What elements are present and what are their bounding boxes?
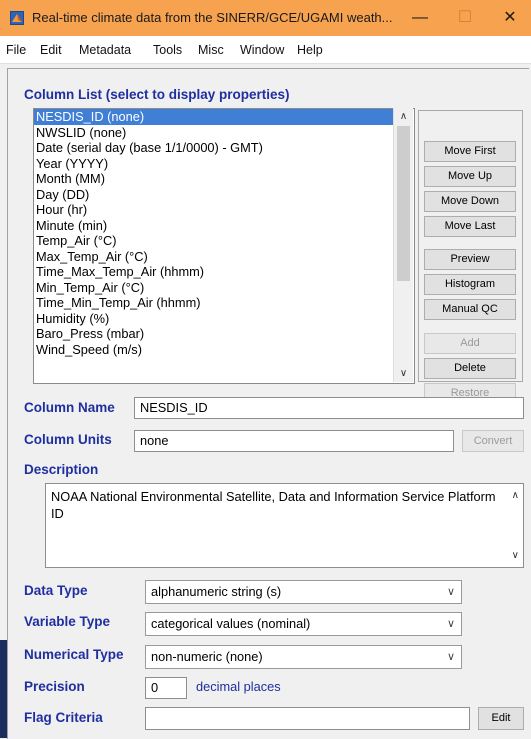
list-item[interactable]: Time_Max_Temp_Air (hhmm) (34, 264, 396, 280)
numerical-type-select[interactable]: non-numeric (none) ∨ (145, 645, 462, 669)
chevron-down-icon: ∨ (446, 586, 455, 598)
list-item[interactable]: Minute (min) (34, 218, 396, 234)
menu-edit[interactable]: Edit (40, 43, 62, 57)
list-item[interactable]: Time_Min_Temp_Air (hhmm) (34, 295, 396, 311)
flag-criteria-label: Flag Criteria (24, 710, 103, 725)
menu-window[interactable]: Window (240, 43, 284, 57)
column-list-label: Column List (select to display propertie… (24, 87, 290, 102)
move-first-button[interactable]: Move First (424, 141, 516, 162)
data-type-value: alphanumeric string (s) (151, 584, 282, 599)
menu-help[interactable]: Help (297, 43, 323, 57)
close-button[interactable]: ✕ (490, 4, 530, 32)
list-item[interactable]: Year (YYYY) (34, 156, 396, 172)
column-list[interactable]: NESDIS_ID (none) NWSLID (none) Date (ser… (33, 108, 415, 384)
column-name-field[interactable]: NESDIS_ID (134, 397, 524, 419)
scroll-up-icon[interactable]: ∧ (512, 490, 519, 501)
list-item[interactable]: Humidity (%) (34, 311, 396, 327)
list-item[interactable]: Wind_Speed (m/s) (34, 342, 396, 358)
background-strip (0, 640, 7, 738)
description-text: NOAA National Environmental Satellite, D… (51, 489, 496, 521)
variable-type-value: categorical values (nominal) (151, 616, 311, 631)
move-up-button[interactable]: Move Up (424, 166, 516, 187)
scroll-thumb[interactable] (397, 126, 410, 281)
window-title: Real-time climate data from the SINERR/G… (32, 10, 393, 25)
edit-button[interactable]: Edit (478, 707, 524, 730)
list-item[interactable]: NWSLID (none) (34, 125, 396, 141)
menu-file[interactable]: File (6, 43, 26, 57)
list-item[interactable]: Max_Temp_Air (°C) (34, 249, 396, 265)
menu-metadata[interactable]: Metadata (79, 43, 131, 57)
description-label: Description (24, 462, 99, 477)
precision-label: Precision (24, 679, 85, 694)
chevron-down-icon: ∨ (446, 651, 455, 663)
data-type-select[interactable]: alphanumeric string (s) ∨ (145, 580, 462, 604)
numerical-type-label: Numerical Type (24, 647, 124, 662)
precision-field[interactable]: 0 (145, 677, 187, 699)
list-item[interactable]: Day (DD) (34, 187, 396, 203)
list-item[interactable]: NESDIS_ID (none) (34, 109, 396, 125)
list-item[interactable]: Min_Temp_Air (°C) (34, 280, 396, 296)
scroll-up-icon[interactable]: ∧ (394, 108, 413, 125)
histogram-button[interactable]: Histogram (424, 274, 516, 295)
data-type-label: Data Type (24, 583, 88, 598)
move-last-button[interactable]: Move Last (424, 216, 516, 237)
preview-button[interactable]: Preview (424, 249, 516, 270)
list-item[interactable]: Month (MM) (34, 171, 396, 187)
move-down-button[interactable]: Move Down (424, 191, 516, 212)
list-item[interactable]: Baro_Press (mbar) (34, 326, 396, 342)
list-item[interactable]: Temp_Air (°C) (34, 233, 396, 249)
variable-type-label: Variable Type (24, 614, 111, 629)
convert-button[interactable]: Convert (462, 430, 524, 452)
matlab-icon (10, 11, 24, 25)
add-button[interactable]: Add (424, 333, 516, 354)
menu-tools[interactable]: Tools (153, 43, 182, 57)
column-units-field[interactable]: none (134, 430, 454, 452)
delete-button[interactable]: Delete (424, 358, 516, 379)
scroll-down-icon[interactable]: ∨ (394, 365, 413, 382)
decimal-places-label: decimal places (196, 679, 281, 694)
menu-misc[interactable]: Misc (198, 43, 224, 57)
flag-criteria-field[interactable] (145, 707, 470, 730)
numerical-type-value: non-numeric (none) (151, 649, 263, 664)
description-field[interactable]: NOAA National Environmental Satellite, D… (45, 483, 524, 568)
scroll-down-icon[interactable]: ∨ (512, 550, 519, 561)
list-scrollbar[interactable]: ∧ ∨ (393, 108, 413, 382)
variable-type-select[interactable]: categorical values (nominal) ∨ (145, 612, 462, 636)
list-item[interactable]: Date (serial day (base 1/1/0000) - GMT) (34, 140, 396, 156)
column-name-label: Column Name (24, 400, 115, 415)
minimize-button[interactable]: — (400, 4, 440, 32)
maximize-button[interactable]: ☐ (445, 4, 485, 32)
chevron-down-icon: ∨ (446, 618, 455, 630)
column-units-label: Column Units (24, 432, 112, 447)
manual-qc-button[interactable]: Manual QC (424, 299, 516, 320)
list-item[interactable]: Hour (hr) (34, 202, 396, 218)
